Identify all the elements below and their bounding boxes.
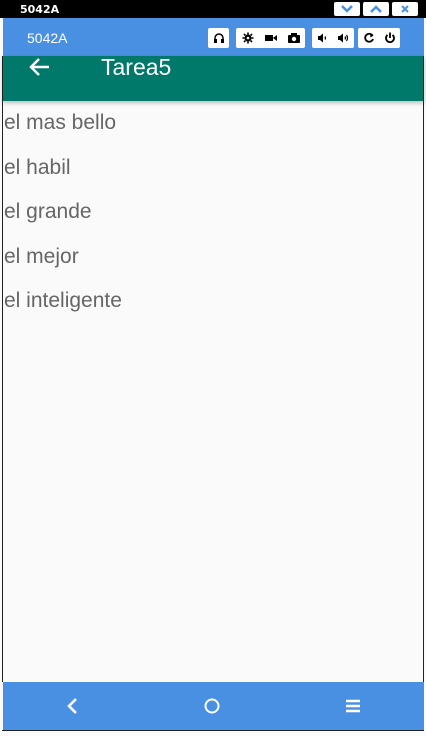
maximize-button[interactable]: [363, 2, 389, 16]
minimize-button[interactable]: [334, 2, 360, 16]
volume-up-icon: [337, 33, 348, 43]
window-title: 5042A: [20, 3, 60, 16]
gear-icon: [242, 32, 253, 44]
menu-icon: [346, 699, 360, 713]
power-group: [358, 28, 400, 48]
volume-up-button[interactable]: [333, 28, 354, 48]
power-button[interactable]: [379, 28, 400, 48]
volume-group: [312, 28, 354, 48]
device-name: 5042A: [27, 30, 68, 46]
list-item[interactable]: el grande: [3, 190, 424, 235]
emulator-toolbar: 5042A: [3, 18, 424, 56]
nav-home-button[interactable]: [200, 694, 224, 718]
screen-border-left: [2, 56, 3, 682]
media-group: [236, 28, 305, 48]
navigation-bar: [3, 682, 424, 730]
power-icon: [384, 32, 395, 44]
chevron-up-icon: [370, 5, 382, 13]
settings-button[interactable]: [236, 28, 259, 48]
screen-border-right: [423, 56, 424, 682]
home-icon: [204, 698, 220, 714]
rotate-button[interactable]: [358, 28, 379, 48]
volume-down-icon: [317, 33, 326, 43]
back-button[interactable]: [25, 56, 55, 78]
video-icon: [264, 35, 277, 41]
chevron-down-icon: [341, 5, 353, 13]
nav-back-button[interactable]: [61, 694, 85, 718]
record-button[interactable]: [259, 28, 282, 48]
screenshot-button[interactable]: [282, 28, 305, 48]
headphones-icon: [213, 33, 224, 43]
camera-icon: [287, 33, 300, 43]
window-titlebar: 5042A: [0, 0, 426, 18]
app-bar: Tarea5: [3, 54, 424, 101]
arrow-left-icon: [29, 58, 49, 76]
headphones-button[interactable]: [208, 28, 229, 48]
audio-group: [208, 28, 229, 48]
nav-menu-button[interactable]: [341, 694, 365, 718]
page-title: Tarea5: [101, 54, 172, 80]
close-icon: [401, 5, 409, 13]
list-item[interactable]: el inteligente: [3, 279, 424, 324]
emulator-window: 5042A 5042A Tarea5 el mas bello el habil…: [0, 0, 426, 736]
item-list: el mas bello el habil el grande el mejor…: [3, 101, 424, 324]
rotate-icon: [363, 32, 374, 43]
screen-border-bottom: [2, 730, 424, 731]
back-icon: [67, 698, 77, 714]
list-item[interactable]: el mejor: [3, 235, 424, 280]
list-item[interactable]: el habil: [3, 146, 424, 191]
close-button[interactable]: [392, 2, 418, 16]
volume-down-button[interactable]: [312, 28, 333, 48]
list-item[interactable]: el mas bello: [3, 101, 424, 146]
